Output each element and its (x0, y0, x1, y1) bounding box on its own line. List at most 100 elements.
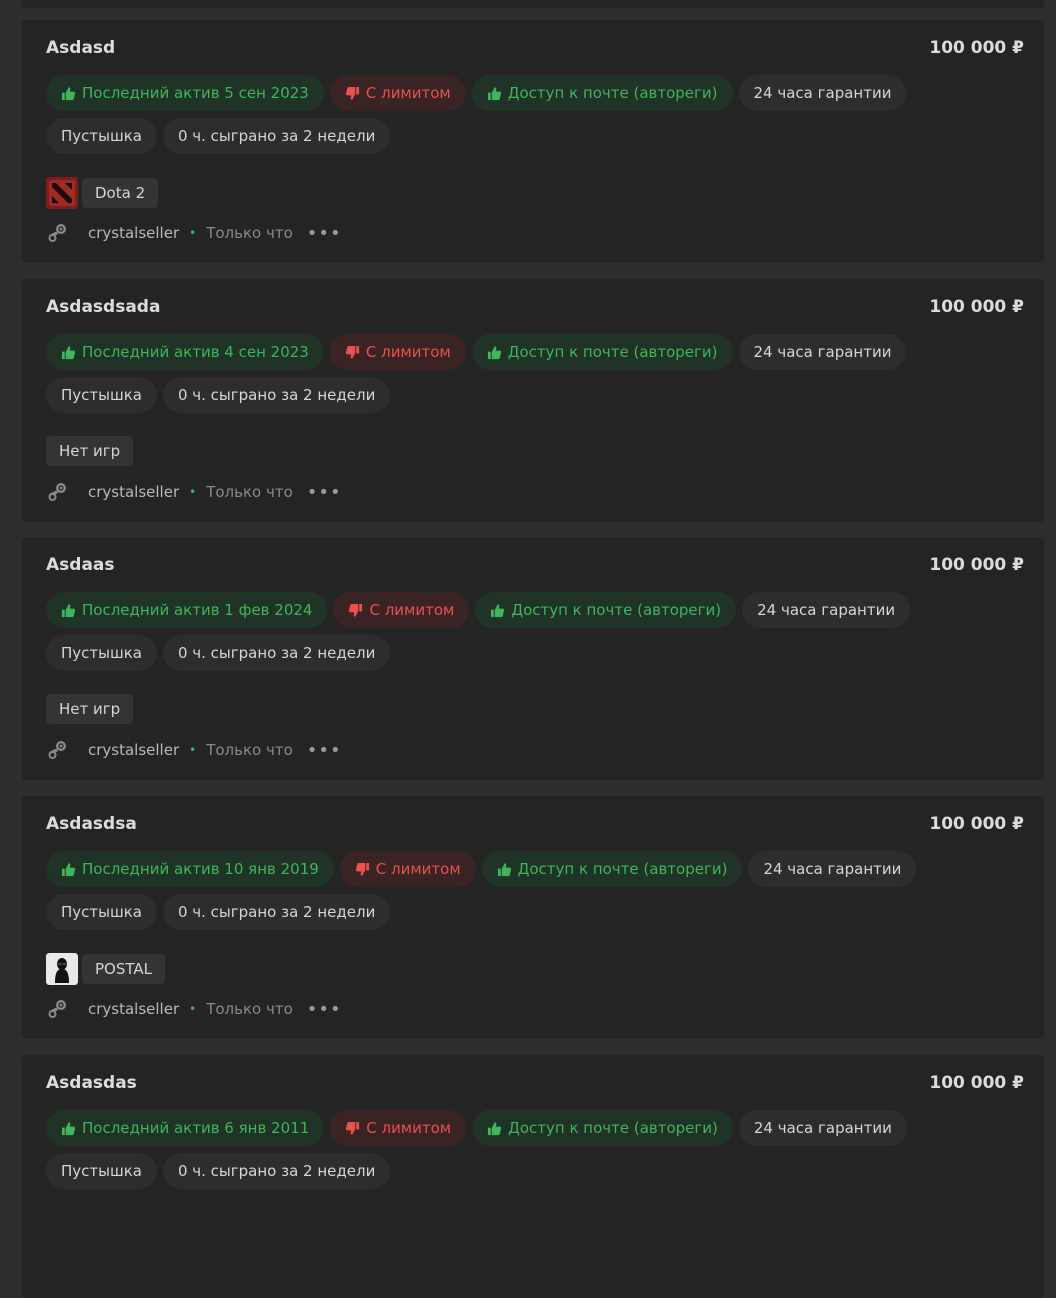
badge-row-primary: Последний актив 4 сен 2023 С лимитом Досту… (46, 334, 907, 370)
guarantee-badge: 24 часа гарантии (738, 75, 907, 111)
seller-row: crystalseller • Только что ••• (46, 998, 342, 1020)
region-text: Пустышка (61, 1162, 142, 1180)
thumbs-up-icon (487, 345, 501, 359)
region-text: Пустышка (61, 644, 142, 662)
region-badge: Пустышка (46, 894, 157, 930)
listing-card[interactable]: Asdasdsada 100 000 ₽ Последний актив 4 сен… (22, 279, 1044, 522)
more-options-icon[interactable]: ••• (307, 223, 342, 244)
played-hours-badge: 0 ч. сыграно за 2 недели (162, 118, 391, 154)
last-active-text: Последний актив 4 сен 2023 (82, 343, 309, 361)
guarantee-text: 24 часа гарантии (763, 860, 902, 878)
region-text: Пустышка (61, 386, 142, 404)
steam-icon (48, 1000, 66, 1018)
listing-title[interactable]: Asdasdsada (46, 297, 160, 317)
steam-icon (48, 224, 66, 242)
played-hours-text: 0 ч. сыграно за 2 недели (177, 644, 376, 662)
badge-row-primary: Последний актив 1 фев 2024 С лимитом Досту… (46, 592, 911, 628)
game-list: POSTAL (46, 953, 165, 985)
last-active-text: Последний актив 5 сен 2023 (82, 84, 309, 102)
region-badge: Пустышка (46, 118, 157, 154)
game-chip[interactable]: Нет игр (46, 436, 134, 466)
played-hours-text: 0 ч. сыграно за 2 недели (177, 127, 376, 145)
mail-access-text: Доступ к почте (автореги) (511, 601, 722, 619)
game-list: Нет игр (46, 694, 134, 724)
seller-name[interactable]: crystalseller (88, 224, 179, 242)
dota2-logo-icon (46, 177, 78, 209)
listing-feed: Asdasd 100 000 ₽ Последний актив 5 сен 202… (22, 0, 1044, 1298)
listing-price: 100 000 ₽ (929, 555, 1024, 575)
mail-access-badge: Доступ к почте (автореги) (472, 1110, 733, 1146)
played-hours-text: 0 ч. сыграно за 2 недели (177, 1162, 376, 1180)
game-list: Нет игр (46, 436, 134, 466)
previous-card-edge (22, 0, 1044, 8)
thumbs-up-icon (61, 1121, 76, 1135)
region-badge: Пустышка (46, 635, 157, 671)
listing-time: Только что (206, 224, 293, 242)
thumbs-up-icon (497, 862, 511, 876)
last-active-text: Последний актив 10 янв 2019 (82, 860, 319, 878)
steam-icon (48, 741, 66, 759)
badge-row-secondary: Пустышка 0 ч. сыграно за 2 недели (46, 118, 391, 154)
mail-access-badge: Доступ к почте (автореги) (481, 851, 743, 887)
last-active-badge: Последний актив 4 сен 2023 (46, 334, 324, 370)
thumbs-up-icon (61, 86, 76, 100)
listing-title[interactable]: Asdasdsa (46, 814, 137, 834)
played-hours-badge: 0 ч. сыграно за 2 недели (162, 894, 391, 930)
mail-access-badge: Доступ к почте (автореги) (471, 75, 733, 111)
steam-icon (48, 483, 66, 501)
region-badge: Пустышка (46, 377, 157, 413)
guarantee-badge: 24 часа гарантии (738, 334, 907, 370)
separator-dot: • (189, 226, 197, 240)
listing-title[interactable]: Asdaas (46, 555, 115, 575)
game-chip[interactable]: Нет игр (46, 694, 134, 724)
played-hours-badge: 0 ч. сыграно за 2 недели (162, 377, 391, 413)
limit-text: С лимитом (365, 84, 451, 102)
separator-dot: • (189, 485, 197, 499)
region-text: Пустышка (61, 903, 142, 921)
badge-row-secondary: Пустышка 0 ч. сыграно за 2 недели (46, 635, 391, 671)
thumbs-up-icon (487, 86, 501, 100)
thumbs-up-icon (61, 345, 76, 359)
more-options-icon[interactable]: ••• (307, 482, 342, 503)
last-active-text: Последний актив 6 янв 2011 (82, 1119, 310, 1137)
last-active-badge: Последний актив 1 фев 2024 (46, 592, 328, 628)
limit-badge: С лимитом (329, 75, 466, 111)
listing-card[interactable]: Asdaas 100 000 ₽ Последний актив 1 фев 202… (22, 537, 1044, 780)
listing-price: 100 000 ₽ (929, 814, 1024, 834)
guarantee-text: 24 часа гарантии (753, 343, 892, 361)
thumbs-up-icon (61, 862, 76, 876)
listing-card[interactable]: Asdasdsa 100 000 ₽ Последний актив 10 янв … (22, 796, 1044, 1039)
thumbs-down-icon (346, 1121, 360, 1135)
limit-text: С лимитом (365, 343, 451, 361)
separator-dot: • (189, 1002, 197, 1016)
mail-access-text: Доступ к почте (автореги) (507, 84, 718, 102)
seller-name[interactable]: crystalseller (88, 483, 179, 501)
listing-title[interactable]: Asdasdas (46, 1073, 137, 1093)
seller-row: crystalseller • Только что ••• (46, 739, 342, 761)
game-chip[interactable]: Dota 2 (82, 178, 159, 208)
game-chip[interactable]: POSTAL (82, 954, 165, 984)
limit-badge: С лимитом (333, 592, 470, 628)
limit-badge: С лимитом (339, 851, 476, 887)
played-hours-badge: 0 ч. сыграно за 2 недели (162, 635, 391, 671)
more-options-icon[interactable]: ••• (307, 740, 342, 761)
guarantee-badge: 24 часа гарантии (742, 592, 911, 628)
badge-row-secondary: Пустышка 0 ч. сыграно за 2 недели (46, 894, 391, 930)
region-text: Пустышка (61, 127, 142, 145)
mail-access-text: Доступ к почте (автореги) (517, 860, 728, 878)
seller-name[interactable]: crystalseller (88, 1000, 179, 1018)
mail-access-text: Доступ к почте (автореги) (507, 343, 718, 361)
more-options-icon[interactable]: ••• (307, 999, 342, 1020)
listing-card[interactable]: Asdasdas 100 000 ₽ Последний актив 6 янв 2… (22, 1055, 1044, 1298)
seller-name[interactable]: crystalseller (88, 741, 179, 759)
listing-time: Только что (206, 1000, 293, 1018)
mail-access-badge: Доступ к почте (автореги) (475, 592, 737, 628)
listing-price: 100 000 ₽ (929, 297, 1024, 317)
mail-access-text: Доступ к почте (автореги) (508, 1119, 718, 1137)
badge-row-primary: Последний актив 10 янв 2019 С лимитом Дост… (46, 851, 917, 887)
thumbs-down-icon (355, 862, 369, 876)
listing-time: Только что (206, 741, 293, 759)
guarantee-badge: 24 часа гарантии (748, 851, 917, 887)
listing-card[interactable]: Asdasd 100 000 ₽ Последний актив 5 сен 202… (22, 20, 1044, 263)
listing-title[interactable]: Asdasd (46, 38, 115, 58)
